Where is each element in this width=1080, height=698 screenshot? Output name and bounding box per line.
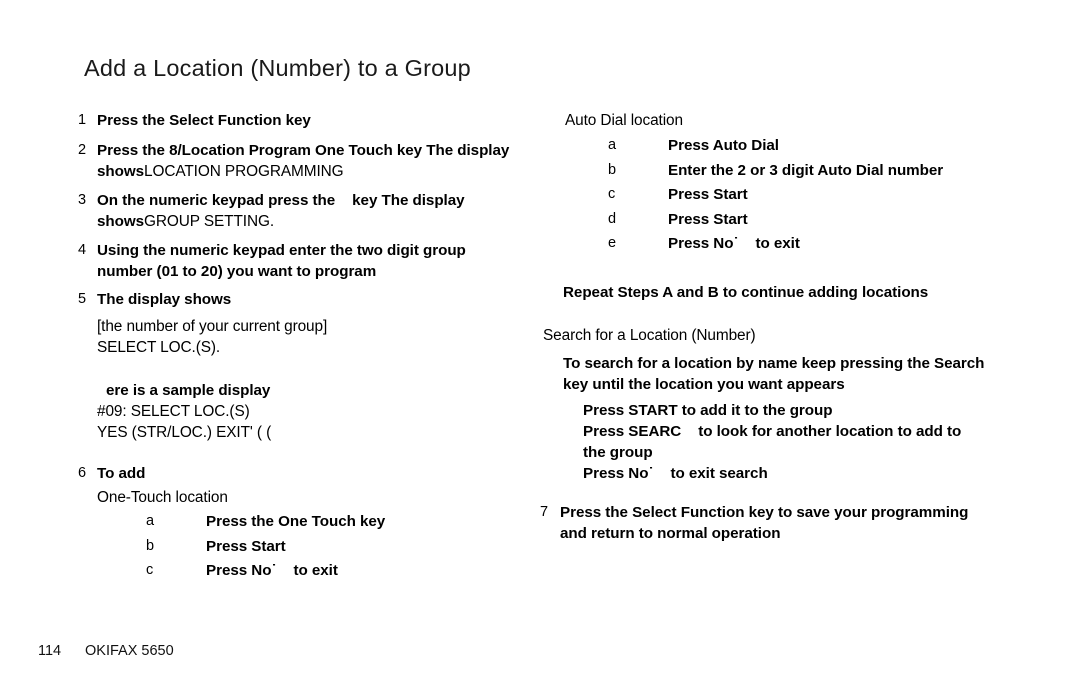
step-6-subitems: a Press the One Touch key b Press Start … [97, 513, 553, 587]
search-action-search-after: to look for another location to add to [698, 422, 962, 440]
subitem-c: c Press No˙ to exit [146, 562, 553, 587]
auto-dial-subitem-b-text: Enter the 2 or 3 digit Auto Dial number [668, 161, 944, 179]
auto-dial-subitem-b: b Enter the 2 or 3 digit Auto Dial numbe… [608, 162, 1065, 187]
no-key-mark-icon: ˙ [648, 464, 654, 482]
step-7-line-1: Press the Select Function key to save yo… [560, 503, 969, 521]
manual-page: Add a Location (Number) to a Group 1 Pre… [0, 0, 1080, 698]
search-action-search: Press SEARC to look for another location … [583, 421, 1065, 442]
step-6-subheading: One-Touch location [97, 489, 228, 506]
search-intro: To search for a location by name keep pr… [540, 353, 1065, 395]
sample-display-lines: #09: SELECT LOC.(S) YES (STR/LOC.) EXIT'… [78, 401, 553, 443]
no-key-mark-icon: ˙ [733, 235, 739, 252]
step-6-number: 6 [78, 465, 87, 481]
step-3-main-before: On the numeric keypad press the [97, 192, 336, 209]
auto-dial-subitem-a: a Press Auto Dial [608, 137, 1065, 162]
subitem-c-text-before: Press No [206, 562, 272, 579]
step-3-text: On the numeric keypad press the key The d… [97, 190, 553, 232]
display-readout-block: [the number of your current group] SELEC… [78, 316, 553, 358]
step-4-number: 4 [78, 242, 87, 258]
step-4-line-2: number (01 to 20) you want to program [97, 263, 377, 280]
auto-dial-subitems: a Press Auto Dial b Enter the 2 or 3 dig… [540, 137, 1065, 260]
step-4: 4 Using the numeric keypad enter the two… [78, 240, 553, 282]
repeat-steps-note: Repeat Steps A and B to continue adding … [563, 283, 929, 301]
step-2-main: Press the 8/Location Program One Touch k… [97, 142, 510, 159]
sample-display-line-1: #09: SELECT LOC.(S) [97, 403, 250, 420]
auto-dial-subitem-e-text: Press No˙ to exit [668, 235, 800, 252]
step-6-heading: To add [97, 465, 146, 482]
sample-display-block: ere is a sample display #09: SELECT LOC.… [78, 380, 553, 443]
search-subheading: Search for a Location (Number) [543, 326, 756, 344]
subitem-b: b Press Start [146, 538, 553, 563]
step-1-text: Press the Select Function key [97, 112, 311, 129]
step-1: 1 Press the Select Function key [78, 110, 553, 131]
sample-display-line-2: YES (STR/LOC.) EXIT' ( ( [97, 424, 272, 441]
footer-model-name: OKIFAX 5650 [85, 643, 174, 659]
subitem-c-text: Press No˙ to exit [206, 562, 338, 579]
search-action-search-line-2: the group [583, 443, 653, 461]
page-footer: 114 OKIFAX 5650 [38, 643, 174, 659]
auto-dial-subitem-b-letter: b [608, 161, 617, 178]
step-7: 7 Press the Select Function key to save … [540, 502, 1065, 544]
auto-dial-subitem-d: d Press Start [608, 211, 1065, 236]
subitem-c-text-after: to exit [293, 562, 338, 579]
step-7-number: 7 [540, 503, 549, 520]
step-2-shows-label: shows [97, 163, 145, 180]
step-2-number: 2 [78, 142, 87, 158]
display-readout-line-2: SELECT LOC.(S). [97, 339, 221, 356]
step-3-display-text: GROUP SETTING. [144, 213, 275, 230]
step-3: 3 On the numeric keypad press the key The… [78, 190, 553, 232]
step-7-line-2: and return to normal operation [560, 524, 781, 542]
search-intro-line-2: key until the location you want appears [563, 375, 845, 393]
auto-dial-subitem-e-after: to exit [755, 235, 800, 252]
subitem-b-letter: b [146, 537, 155, 554]
step-7-text: Press the Select Function key to save yo… [560, 502, 1065, 544]
footer-page-number: 114 [38, 643, 62, 659]
step-4-line-1: Using the numeric keypad enter the two d… [97, 242, 466, 259]
auto-dial-subitem-e-before: Press No [668, 235, 734, 252]
auto-dial-subitem-c-letter: c [608, 186, 616, 202]
search-action-no-after: to exit search [670, 464, 768, 482]
search-action-no: Press No˙ to exit search [583, 463, 1065, 484]
no-key-mark-icon: ˙ [271, 562, 277, 579]
left-column: 1 Press the Select Function key 2 Press … [78, 110, 553, 589]
auto-dial-subitem-c-text: Press Start [668, 186, 748, 203]
auto-dial-subheading: Auto Dial location [565, 112, 683, 129]
step-5-number: 5 [78, 291, 87, 307]
step-4-text: Using the numeric keypad enter the two d… [97, 240, 553, 282]
step-6: 6 To add One-Touch location a Press the … [78, 463, 553, 587]
search-action-start: Press START to add it to the group [583, 401, 833, 419]
subitem-a: a Press the One Touch key [146, 513, 553, 538]
right-column: Auto Dial location a Press Auto Dial b E… [540, 110, 1065, 546]
auto-dial-subitem-d-text: Press Start [668, 210, 748, 228]
step-5-text: The display shows [97, 291, 232, 308]
sample-display-heading: ere is a sample display [106, 382, 271, 399]
auto-dial-subitem-d-letter: d [608, 210, 617, 227]
search-actions: Press START to add it to the group Press… [540, 400, 1065, 484]
auto-dial-subitem-c: c Press Start [608, 186, 1065, 211]
auto-dial-subitem-e-letter: e [608, 235, 617, 251]
subitem-c-letter: c [146, 562, 154, 578]
subitem-a-letter: a [146, 513, 155, 529]
auto-dial-subitem-a-text: Press Auto Dial [668, 137, 779, 154]
subitem-b-text: Press Start [206, 537, 286, 555]
step-2: 2 Press the 8/Location Program One Touch… [78, 140, 553, 182]
step-1-number: 1 [78, 112, 87, 128]
search-action-search-before: Press SEARC [583, 422, 682, 440]
auto-dial-subitem-e: e Press No˙ to exit [608, 235, 1065, 260]
display-readout-line-1: [the number of your current group] [97, 318, 328, 335]
subitem-a-text: Press the One Touch key [206, 513, 386, 530]
step-2-text: Press the 8/Location Program One Touch k… [97, 140, 553, 182]
step-2-display-text: LOCATION PROGRAMMING [144, 163, 344, 180]
step-3-main-after: key The display [352, 192, 465, 209]
step-3-shows-label: shows [97, 213, 145, 230]
page-title: Add a Location (Number) to a Group [84, 55, 471, 81]
auto-dial-subitem-a-letter: a [608, 137, 617, 153]
search-action-no-before: Press No [583, 464, 649, 482]
search-intro-line-1: To search for a location by name keep pr… [563, 354, 985, 372]
step-3-number: 3 [78, 192, 87, 208]
step-5: 5 The display shows [78, 289, 553, 310]
